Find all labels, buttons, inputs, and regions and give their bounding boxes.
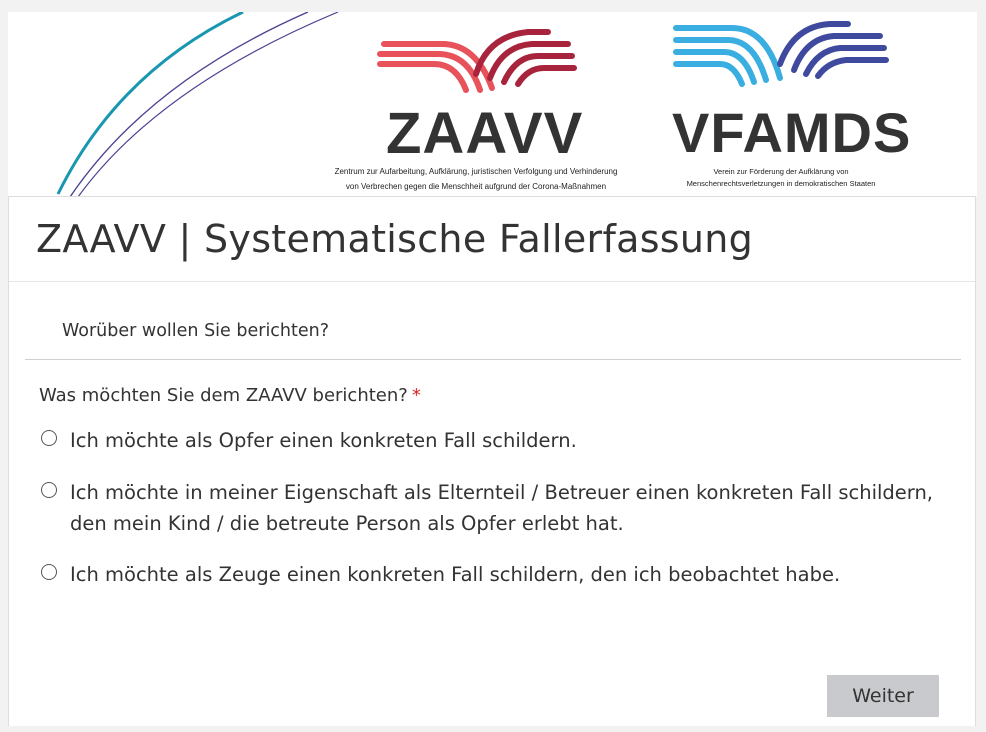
option-label: Ich möchte in meiner Eigenschaft als Elt… <box>70 481 934 535</box>
question-label: Was möchten Sie dem ZAAVV berichten? * <box>39 385 421 406</box>
zaavv-subtitle-line2: von Verbrechen gegen die Menschheit aufg… <box>345 182 607 191</box>
vfamds-subtitle-line2: Menschenrechtsverletzungen in demokratis… <box>686 179 876 188</box>
option-victim[interactable]: Ich möchte als Opfer einen konkreten Fal… <box>41 425 940 456</box>
question-text: Was möchten Sie dem ZAAVV berichten? <box>39 385 408 406</box>
option-witness[interactable]: Ich möchte als Zeuge einen konkreten Fal… <box>41 559 940 590</box>
header-banner: ZAAVV Zentrum zur Aufarbeitung, Aufkläru… <box>8 12 977 197</box>
option-label: Ich möchte als Zeuge einen konkreten Fal… <box>70 563 841 586</box>
section-heading: Worüber wollen Sie berichten? <box>62 321 330 341</box>
vfamds-logo-subtitle: Verein zur Förderung der Aufklärung von … <box>674 166 888 190</box>
radio-button[interactable] <box>41 482 57 498</box>
zaavv-logo-text: ZAAVV <box>386 101 584 166</box>
arc-purple-1 <box>69 12 309 197</box>
option-label: Ich möchte als Opfer einen konkreten Fal… <box>70 429 577 452</box>
title-divider <box>9 281 975 282</box>
zaavv-logo-icon <box>377 29 577 93</box>
section-divider <box>25 359 961 360</box>
option-parent-guardian[interactable]: Ich möchte in meiner Eigenschaft als Elt… <box>41 477 940 539</box>
zaavv-logo-subtitle: Zentrum zur Aufarbeitung, Aufklärung, ju… <box>296 164 656 194</box>
form-card: ZAAVV | Systematische Fallerfassung Worü… <box>8 196 976 726</box>
page-title: ZAAVV | Systematische Fallerfassung <box>36 217 754 261</box>
arc-teal <box>56 12 244 195</box>
vfamds-subtitle-line1: Verein zur Förderung der Aufklärung von <box>713 167 849 176</box>
zaavv-subtitle-line1: Zentrum zur Aufarbeitung, Aufklärung, ju… <box>334 167 618 176</box>
vfamds-logo-icon <box>673 21 889 87</box>
required-asterisk: * <box>411 385 421 406</box>
radio-button[interactable] <box>41 430 57 446</box>
next-button[interactable]: Weiter <box>827 675 939 717</box>
vfamds-logo-text: VFAMDS <box>672 101 912 164</box>
radio-button[interactable] <box>41 564 57 580</box>
